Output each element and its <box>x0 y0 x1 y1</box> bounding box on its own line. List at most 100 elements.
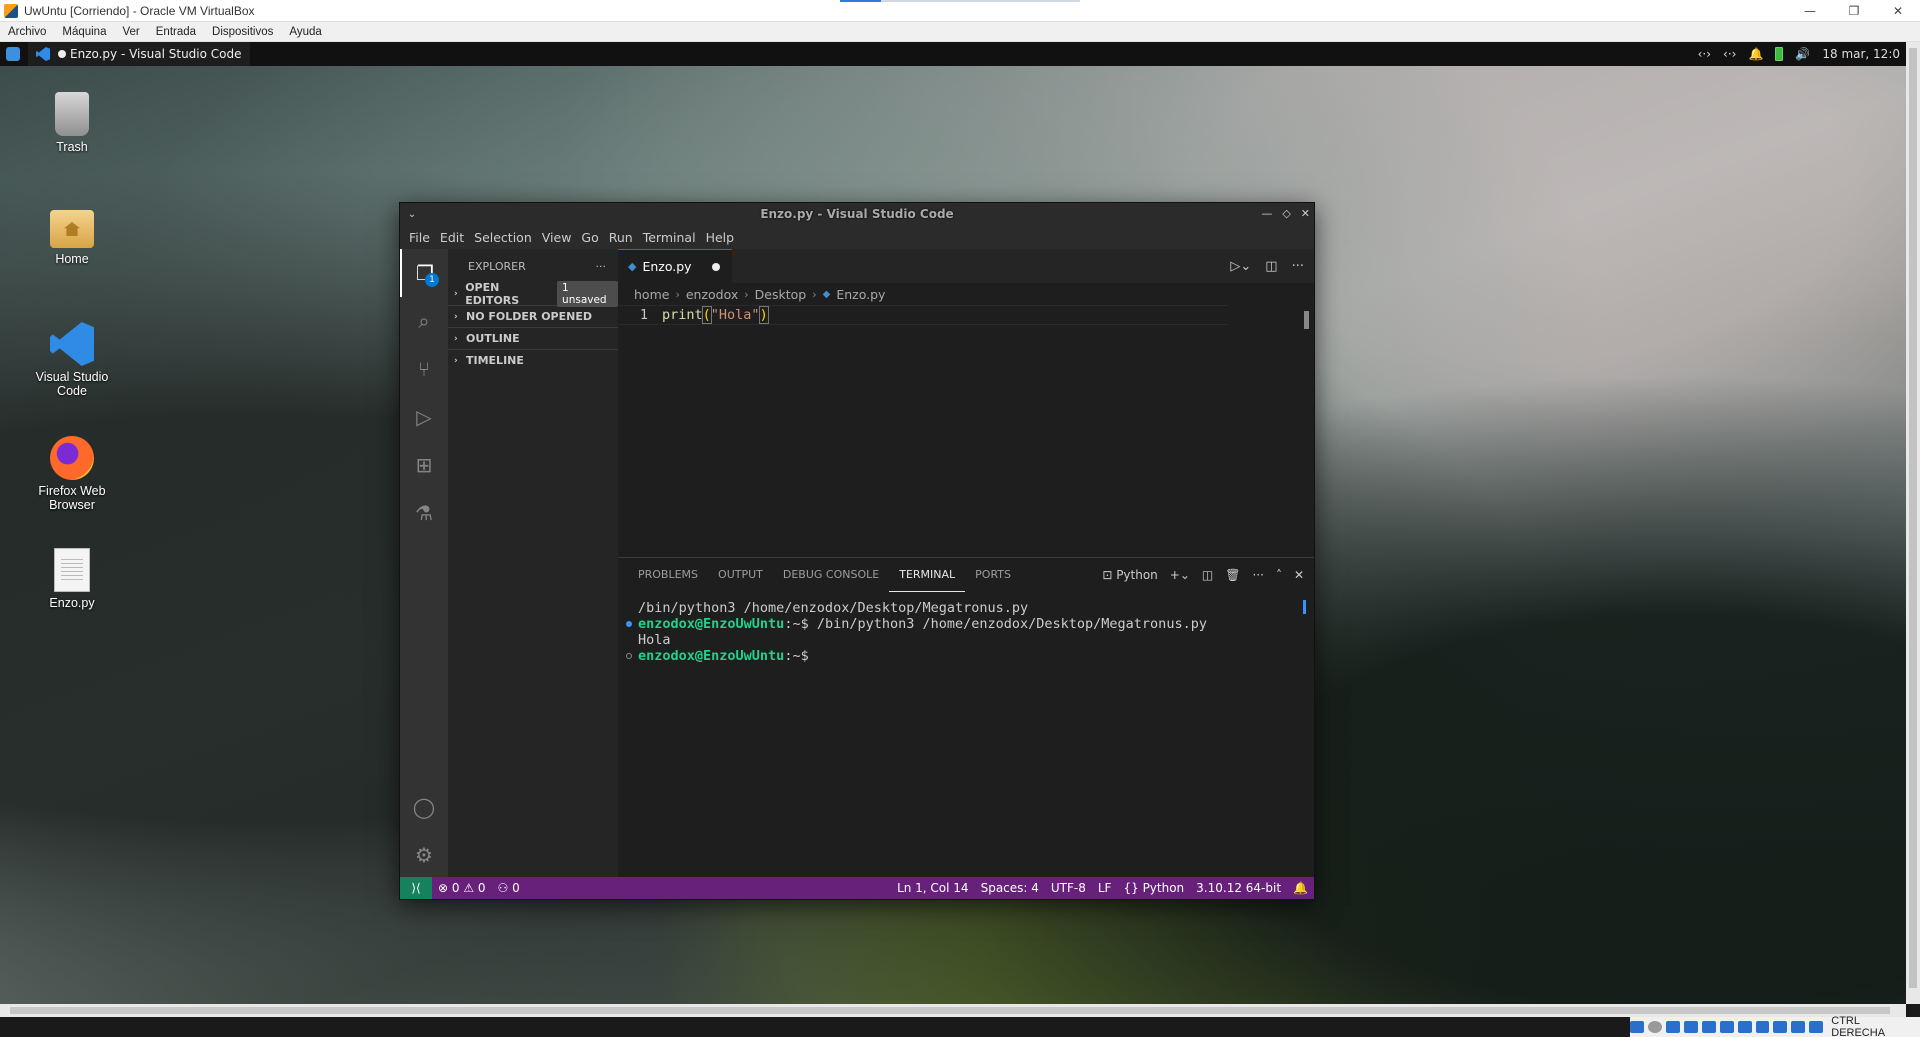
indentation[interactable]: Spaces: 4 <box>975 881 1045 895</box>
vscode-close-button[interactable]: ✕ <box>1301 203 1310 225</box>
section-no-folder[interactable]: › NO FOLDER OPENED <box>448 305 618 327</box>
gear-icon[interactable]: ⚙ <box>400 831 448 879</box>
menu-view[interactable]: View <box>537 230 577 245</box>
guest-vertical-scrollbar[interactable] <box>1906 42 1920 1004</box>
menu-file[interactable]: File <box>404 230 435 245</box>
menu-dispositivos[interactable]: Dispositivos <box>204 26 281 38</box>
python-interpreter[interactable]: 3.10.12 64-bit <box>1190 881 1287 895</box>
tab-terminal[interactable]: TERMINAL <box>889 558 966 592</box>
restore-button[interactable]: ❐ <box>1832 0 1876 22</box>
shared-folder-icon[interactable] <box>1719 1021 1734 1033</box>
breadcrumb-item[interactable]: Enzo.py <box>836 287 885 302</box>
recording-icon[interactable] <box>1755 1021 1770 1033</box>
desktop-icon-home[interactable]: Home <box>24 210 120 266</box>
bell-icon[interactable]: 🔔 <box>1748 47 1763 61</box>
more-actions-icon[interactable]: ··· <box>1252 568 1263 582</box>
encoding[interactable]: UTF-8 <box>1045 881 1092 895</box>
tab-debug-console[interactable]: DEBUG CONSOLE <box>773 558 889 592</box>
command-pending-icon[interactable] <box>626 653 632 659</box>
tab-enzo-py[interactable]: ◆ Enzo.py <box>618 249 732 283</box>
menu-edit[interactable]: Edit <box>435 230 469 245</box>
run-debug-icon[interactable]: ▷ <box>400 393 448 441</box>
cpu-icon[interactable] <box>1773 1021 1788 1033</box>
more-actions-icon[interactable]: ··· <box>1292 259 1304 274</box>
menu-help[interactable]: Help <box>701 230 740 245</box>
network-adapter-icon[interactable] <box>1683 1021 1698 1033</box>
menu-entrada[interactable]: Entrada <box>148 26 204 38</box>
breadcrumb-item[interactable]: enzodox <box>686 287 738 302</box>
maximize-panel-icon[interactable]: ˄ <box>1276 568 1282 582</box>
menu-archivo[interactable]: Archivo <box>0 26 54 38</box>
menu-selection[interactable]: Selection <box>469 230 537 245</box>
volume-icon[interactable]: 🔊 <box>1795 47 1810 61</box>
warning-count: 0 <box>477 881 486 895</box>
remote-icon[interactable]: ⟩⟨ <box>400 877 432 899</box>
menu-ver[interactable]: Ver <box>114 26 147 38</box>
menu-terminal[interactable]: Terminal <box>638 230 701 245</box>
section-label: NO FOLDER OPENED <box>466 310 592 323</box>
network-icon[interactable]: ‹·› <box>1698 47 1711 61</box>
code-editor[interactable]: 1 print("Hola") <box>618 305 1314 565</box>
tab-output[interactable]: OUTPUT <box>708 558 773 592</box>
guest-horizontal-scrollbar[interactable] <box>0 1004 1906 1017</box>
split-terminal-icon[interactable]: ◫ <box>1202 568 1213 582</box>
vscode-titlebar[interactable]: ⌄ Enzo.py - Visual Studio Code — ◇ ✕ <box>400 203 1314 225</box>
command-success-icon[interactable] <box>626 621 632 627</box>
account-icon[interactable]: ◯ <box>400 783 448 831</box>
terminal-scrollbar[interactable] <box>1303 600 1306 614</box>
clock[interactable]: 18 mar, 12:0 <box>1822 47 1900 61</box>
tab-problems[interactable]: PROBLEMS <box>628 558 708 592</box>
desktop-icon-firefox[interactable]: Firefox Web Browser <box>24 436 120 512</box>
breadcrumb-item[interactable]: Desktop <box>755 287 807 302</box>
explorer-icon[interactable]: ❐ 1 <box>400 249 448 297</box>
menu-go[interactable]: Go <box>576 230 603 245</box>
end-of-line[interactable]: LF <box>1092 881 1118 895</box>
trash-icon[interactable]: 🗑 <box>1225 568 1240 582</box>
split-editor-icon[interactable]: ◫ <box>1265 259 1277 274</box>
source-control-icon[interactable]: ⑂ <box>400 345 448 393</box>
tab-label: Enzo.py <box>642 259 692 274</box>
testing-icon[interactable]: ⚗ <box>400 489 448 537</box>
tab-ports[interactable]: PORTS <box>965 558 1021 592</box>
terminal[interactable]: /bin/python3 /home/enzodox/Desktop/Megat… <box>618 592 1314 664</box>
desktop-icon-vscode[interactable]: Visual Studio Code <box>24 322 120 398</box>
taskbar-item-vscode[interactable]: Enzo.py - Visual Studio Code <box>28 42 250 66</box>
problems-status[interactable]: ⊗ 0 ⚠ 0 <box>432 881 492 895</box>
desktop-icon-trash[interactable]: Trash <box>24 92 120 154</box>
display-icon[interactable] <box>1737 1021 1752 1033</box>
app-launcher-icon[interactable] <box>6 47 20 61</box>
optical-drive-icon[interactable] <box>1647 1021 1662 1033</box>
menu-maquina[interactable]: Máquina <box>54 26 114 38</box>
usb-icon[interactable] <box>1701 1021 1716 1033</box>
minimize-button[interactable]: — <box>1788 0 1832 22</box>
terminal-profile[interactable]: ⊡ Python <box>1102 568 1157 582</box>
notifications-bell-icon[interactable]: 🔔 <box>1287 881 1314 895</box>
audio-icon[interactable] <box>1665 1021 1680 1033</box>
section-open-editors[interactable]: › OPEN EDITORS 1 unsaved <box>448 281 618 307</box>
hard-disk-icon[interactable] <box>1629 1021 1644 1033</box>
close-panel-icon[interactable]: ✕ <box>1294 568 1304 582</box>
desktop-icon-enzo-py[interactable]: Enzo.py <box>24 548 120 610</box>
vscode-minimize-button[interactable]: — <box>1261 203 1272 225</box>
new-terminal-icon[interactable]: +⌄ <box>1170 568 1190 582</box>
code-line[interactable]: 1 print("Hola") <box>618 305 1228 325</box>
more-actions-icon[interactable]: ··· <box>596 260 607 273</box>
run-file-icon[interactable]: ▷⌄ <box>1230 259 1251 274</box>
menu-ayuda[interactable]: Ayuda <box>281 26 329 38</box>
battery-icon[interactable] <box>1775 47 1784 61</box>
vscode-maximize-button[interactable]: ◇ <box>1282 203 1290 225</box>
language-mode[interactable]: {} Python <box>1117 881 1190 895</box>
breadcrumb-item[interactable]: home <box>634 287 669 302</box>
cursor-position[interactable]: Ln 1, Col 14 <box>891 881 975 895</box>
unsaved-dot-icon[interactable] <box>712 262 720 271</box>
close-button[interactable]: ✕ <box>1876 0 1920 22</box>
network-icon-2[interactable]: ‹·› <box>1723 47 1736 61</box>
mouse-integration-icon[interactable] <box>1791 1021 1806 1033</box>
ports-status[interactable]: ⚇ 0 <box>492 881 526 895</box>
section-outline[interactable]: › OUTLINE <box>448 327 618 349</box>
editor-scrollbar[interactable] <box>1302 305 1312 545</box>
menu-run[interactable]: Run <box>604 230 638 245</box>
search-icon[interactable]: ⌕ <box>400 297 448 345</box>
extensions-icon[interactable]: ⊞ <box>400 441 448 489</box>
section-timeline[interactable]: › TIMELINE <box>448 349 618 371</box>
